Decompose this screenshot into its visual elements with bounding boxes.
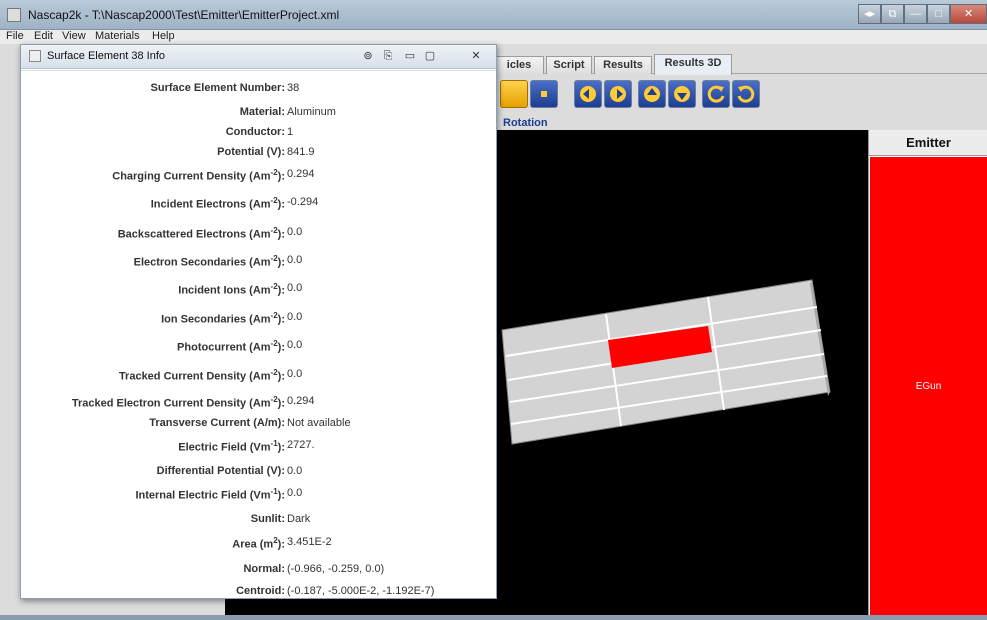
info-value: 0.0: [287, 339, 303, 351]
info-label: Charging Current Density (Am-2):: [112, 168, 285, 183]
info-value: 0.0: [287, 368, 303, 380]
rotate-left-icon[interactable]: [574, 80, 602, 108]
info-label: Normal:: [243, 563, 285, 575]
info-label: Tracked Current Density (Am-2):: [118, 368, 285, 383]
tab-bar: icles Script Results Results 3D: [470, 52, 987, 75]
info-label: Internal Electric Field (Vm-1):: [135, 487, 285, 502]
info-label: Incident Electrons (Am-2):: [150, 196, 285, 211]
info-label: Incident Ions (Am-2):: [178, 282, 285, 297]
dialog-title: Surface Element 38 Info: [47, 50, 166, 62]
close-dialog-button[interactable]: ✕: [467, 48, 485, 64]
info-value: 0.0: [287, 465, 303, 477]
info-value: 841.9: [287, 146, 315, 158]
dialog-titlebar[interactable]: Surface Element 38 Info ⊚ ⎘ ▭ ▢ ✕: [21, 45, 496, 69]
restore-icon-button[interactable]: ⧉: [881, 4, 905, 24]
info-value: -0.294: [287, 196, 319, 208]
info-value: 0.0: [287, 282, 303, 294]
app-icon: [7, 8, 21, 22]
info-value: 0.0: [287, 311, 303, 323]
dialog-controls: ⊚ ⎘ ▭ ▢ ✕: [359, 48, 495, 66]
surface-display-icon[interactable]: [500, 80, 528, 108]
minimize-dialog-button[interactable]: ▭: [401, 48, 419, 64]
info-value: 0.0: [287, 487, 303, 499]
dialog-border: [21, 598, 496, 599]
info-label: Potential (V):: [217, 146, 285, 158]
rotation-section-label: Rotation: [503, 117, 548, 129]
info-label: Electron Secondaries (Am-2):: [133, 254, 285, 269]
menu-view[interactable]: View: [62, 30, 86, 42]
info-label: Photocurrent (Am-2):: [177, 339, 285, 354]
menubar: File Edit View Materials Help: [0, 30, 987, 44]
info-value: (-0.966, -0.259, 0.0): [287, 563, 385, 575]
info-label: Electric Field (Vm-1):: [178, 439, 285, 454]
info-value: 3.451E-2: [287, 536, 332, 548]
info-value: 0.294: [287, 395, 315, 407]
info-label: Differential Potential (V):: [156, 465, 285, 477]
info-value: 1: [287, 126, 294, 138]
tab-script[interactable]: Script: [546, 56, 592, 74]
legend-panel: Emitter EGun: [868, 130, 987, 615]
info-label: Backscattered Electrons (Am-2):: [117, 226, 285, 241]
pin-icon[interactable]: ⊚: [359, 48, 377, 64]
menu-edit[interactable]: Edit: [34, 30, 53, 42]
rotate-cw-icon[interactable]: [732, 80, 760, 108]
info-value: 38: [287, 82, 300, 94]
info-value: (-0.187, -5.000E-2, -1.192E-7): [287, 585, 435, 597]
window-title: Nascap2k - T:\Nascap2000\Test\Emitter\Em…: [28, 8, 340, 22]
info-label: Material:: [239, 106, 285, 118]
info-value: 0.0: [287, 226, 303, 238]
spacecraft-mesh-render: [501, 279, 831, 445]
rotate-up-icon[interactable]: [638, 80, 666, 108]
info-label: Tracked Electron Current Density (Am-2):: [71, 395, 285, 410]
info-label: Area (m2):: [232, 536, 285, 551]
window-controls: ◂▸ ⧉ — □ ✕: [858, 4, 987, 24]
maximize-button[interactable]: □: [927, 4, 951, 24]
maximize-dialog-button[interactable]: ▢: [421, 48, 439, 64]
rotate-right-icon[interactable]: [604, 80, 632, 108]
info-label: Ion Secondaries (Am-2):: [161, 311, 285, 326]
points-icon[interactable]: [530, 80, 558, 108]
info-value: Aluminum: [287, 106, 336, 118]
legend-label: EGun: [915, 381, 942, 392]
tab-results[interactable]: Results: [594, 56, 652, 74]
info-label: Surface Element Number:: [150, 82, 285, 94]
menu-help[interactable]: Help: [152, 30, 175, 42]
info-value: 0.0: [287, 254, 303, 266]
info-value: 2727.: [287, 439, 315, 451]
toolbar: [496, 76, 987, 116]
dialog-app-icon: [29, 50, 41, 62]
info-label: Conductor:: [225, 126, 285, 138]
window-titlebar[interactable]: Nascap2k - T:\Nascap2000\Test\Emitter\Em…: [0, 0, 987, 30]
info-value: 0.294: [287, 168, 315, 180]
tab-particles[interactable]: icles: [494, 56, 544, 74]
menu-materials[interactable]: Materials: [95, 30, 140, 42]
rotate-down-icon[interactable]: [668, 80, 696, 108]
menu-file[interactable]: File: [6, 30, 24, 42]
info-value: Dark: [287, 513, 311, 525]
surface-element-info-dialog: Surface Element 38 Info ⊚ ⎘ ▭ ▢ ✕ Surfac…: [20, 44, 497, 599]
tab-results-3d[interactable]: Results 3D: [654, 54, 732, 75]
info-value: Not available: [287, 417, 351, 429]
rotate-ccw-icon[interactable]: [702, 80, 730, 108]
legend-header: Emitter: [869, 130, 987, 156]
close-button[interactable]: ✕: [950, 4, 987, 24]
extra-control-button[interactable]: ◂▸: [858, 4, 882, 24]
info-label: Sunlit:: [250, 513, 285, 525]
copy-icon[interactable]: ⎘: [379, 48, 397, 64]
info-label: Centroid:: [236, 585, 285, 597]
info-label: Transverse Current (A/m):: [149, 417, 285, 429]
minimize-button[interactable]: —: [904, 4, 928, 24]
dialog-body: Surface Element Number: 38 Material: Alumin…: [21, 70, 496, 598]
3d-view-canvas[interactable]: [496, 130, 868, 615]
